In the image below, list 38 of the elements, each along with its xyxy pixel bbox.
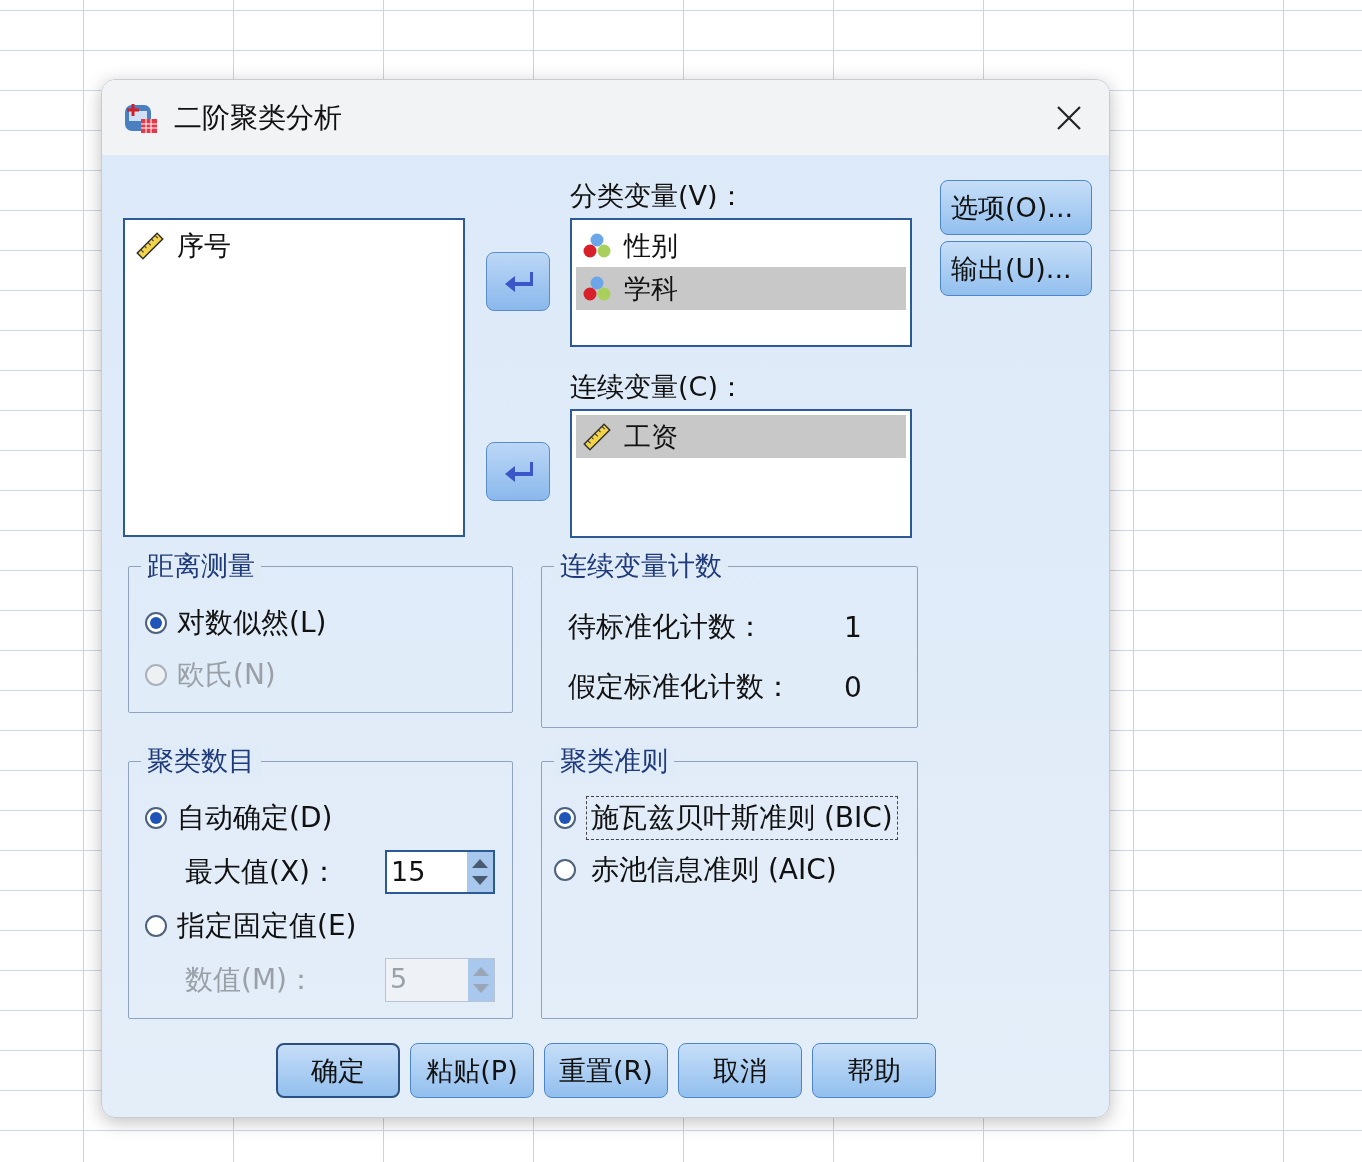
- field-label: 最大值(X)：: [185, 854, 340, 890]
- dialog-button[interactable]: 输出(U)...: [940, 241, 1092, 296]
- group-title: 连续变量计数: [554, 550, 728, 582]
- variable-item[interactable]: 序号: [129, 224, 459, 267]
- categorical-variables-label: 分类变量(V)：: [570, 180, 746, 213]
- continuous-variable-list[interactable]: 工资: [570, 409, 912, 538]
- variable-item[interactable]: 学科: [576, 267, 906, 310]
- dialog-button[interactable]: 粘贴(P): [410, 1043, 534, 1098]
- close-icon[interactable]: [1055, 103, 1083, 132]
- return-arrow-icon: [503, 459, 533, 484]
- variable-item[interactable]: 工资: [576, 415, 906, 458]
- variable-item[interactable]: 性别: [576, 224, 906, 267]
- dialog-button[interactable]: 重置(R): [544, 1043, 668, 1098]
- group-title: 距离测量: [141, 550, 261, 582]
- dialog-button[interactable]: 确定: [276, 1043, 400, 1098]
- move-variable-button[interactable]: [486, 252, 550, 311]
- radio-option[interactable]: 赤池信息准则 (AIC): [554, 844, 903, 896]
- group-title: 聚类数目: [141, 745, 261, 777]
- continuous-variables-label: 连续变量(C)：: [570, 371, 746, 404]
- dialog-button[interactable]: 选项(O)...: [940, 180, 1092, 235]
- app-icon: [124, 101, 158, 134]
- number-spinner-field[interactable]: 15: [385, 850, 495, 894]
- count-value: 0: [844, 670, 862, 704]
- window-title: 二阶聚类分析: [174, 99, 343, 136]
- dialog-button[interactable]: 帮助: [812, 1043, 936, 1098]
- dialog-button[interactable]: 取消: [678, 1043, 802, 1098]
- group-title: 聚类准则: [554, 745, 674, 777]
- return-arrow-icon: [503, 269, 533, 294]
- count-label: 待标准化计数：: [568, 609, 765, 645]
- count-label: 假定标准化计数：: [568, 669, 793, 705]
- radio-option[interactable]: 指定固定值(E): [145, 900, 498, 952]
- categorical-variable-list[interactable]: 性别 学科: [570, 218, 912, 347]
- count-value: 1: [844, 610, 862, 644]
- radio-option[interactable]: 自动确定(D): [145, 792, 498, 844]
- source-variable-list[interactable]: 序号: [123, 218, 465, 537]
- field-label: 数值(M)：: [185, 962, 316, 998]
- radio-option[interactable]: 对数似然(L): [145, 597, 498, 649]
- move-variable-button[interactable]: [486, 442, 550, 501]
